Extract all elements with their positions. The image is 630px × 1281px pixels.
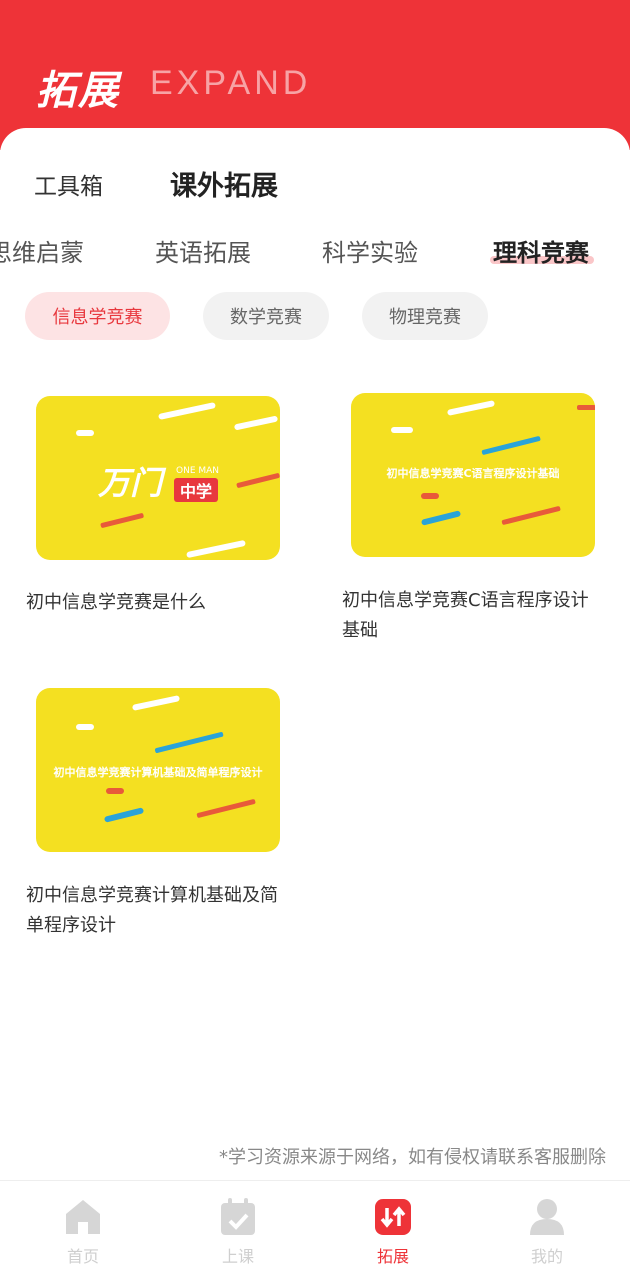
tab-toolbox[interactable]: 工具箱 — [34, 167, 103, 201]
chip-physics[interactable]: 物理竞赛 — [362, 292, 488, 340]
user-icon — [530, 1199, 564, 1235]
expand-arrows-icon — [375, 1199, 411, 1235]
chip-math[interactable]: 数学竞赛 — [203, 292, 329, 340]
tabbar-expand[interactable]: 拓展 — [343, 1181, 443, 1281]
copyright-notice: *学习资源来源于网络，如有侵权请联系客服删除 — [219, 1147, 606, 1168]
thumbnail-caption: 初中信息学竞赛C语言程序设计基础 — [386, 467, 560, 480]
calendar-check-icon — [221, 1198, 255, 1235]
bottom-tab-bar: 首页 上课 拓展 我的 — [0, 1180, 630, 1281]
home-icon — [66, 1200, 100, 1234]
tabbar-mine[interactable]: 我的 — [497, 1181, 597, 1281]
course-thumbnail[interactable]: 万门 ONE MAN 中学 — [36, 396, 280, 560]
course-title[interactable]: 初中信息学竞赛是什么 — [26, 588, 286, 618]
course-thumbnail[interactable]: 初中信息学竞赛C语言程序设计基础 — [351, 393, 595, 557]
course-thumbnail[interactable]: 初中信息学竞赛计算机基础及简单程序设计 — [36, 688, 280, 852]
tabbar-label: 我的 — [530, 1247, 563, 1266]
thumbnail-caption: 初中信息学竞赛计算机基础及简单程序设计 — [53, 766, 263, 779]
tab-extracurricular[interactable]: 课外拓展 — [170, 164, 278, 203]
tabbar-label: 首页 — [66, 1247, 99, 1266]
thumbnail-logo-small: ONE MAN — [176, 466, 220, 476]
chip-informatics[interactable]: 信息学竞赛 — [25, 292, 170, 340]
thumbnail-badge: 中学 — [174, 478, 219, 502]
tabbar-class[interactable]: 上课 — [188, 1181, 288, 1281]
header-subtitle: EXPAND — [150, 64, 312, 102]
tabbar-label: 拓展 — [376, 1247, 409, 1266]
header-title: 拓展 — [36, 68, 120, 114]
course-title[interactable]: 初中信息学竞赛C语言程序设计基础 — [342, 586, 602, 646]
subtab-competition[interactable]: 理科竞赛 — [493, 233, 589, 268]
subtab-science[interactable]: 科学实验 — [322, 233, 418, 268]
course-title[interactable]: 初中信息学竞赛计算机基础及简单程序设计 — [26, 881, 286, 941]
tabbar-home[interactable]: 首页 — [33, 1181, 133, 1281]
subtab-english[interactable]: 英语拓展 — [155, 233, 251, 268]
subtab-thinking[interactable]: 思维启蒙 — [0, 233, 84, 268]
thumbnail-logo: 万门 — [98, 464, 163, 502]
tabbar-label: 上课 — [221, 1247, 254, 1266]
